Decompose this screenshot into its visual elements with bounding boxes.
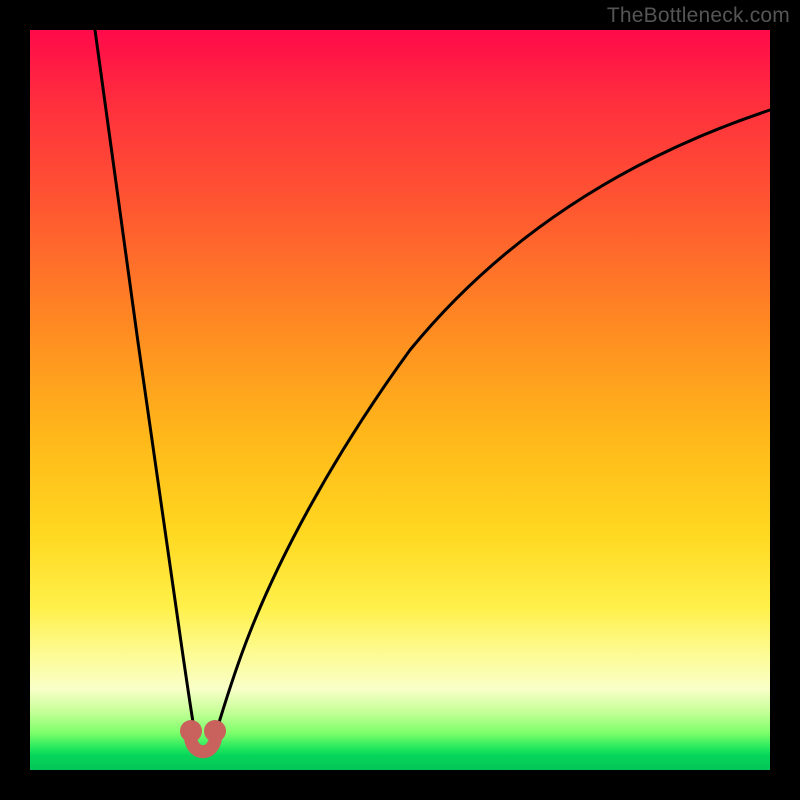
valley-left-dot xyxy=(180,720,202,742)
curve-left-branch xyxy=(95,30,198,752)
watermark-text: TheBottleneck.com xyxy=(607,4,790,28)
plot-area xyxy=(30,30,770,770)
bottleneck-curve xyxy=(30,30,770,770)
valley-right-dot xyxy=(204,720,226,742)
chart-frame: TheBottleneck.com xyxy=(0,0,800,800)
curve-right-branch xyxy=(210,110,770,752)
